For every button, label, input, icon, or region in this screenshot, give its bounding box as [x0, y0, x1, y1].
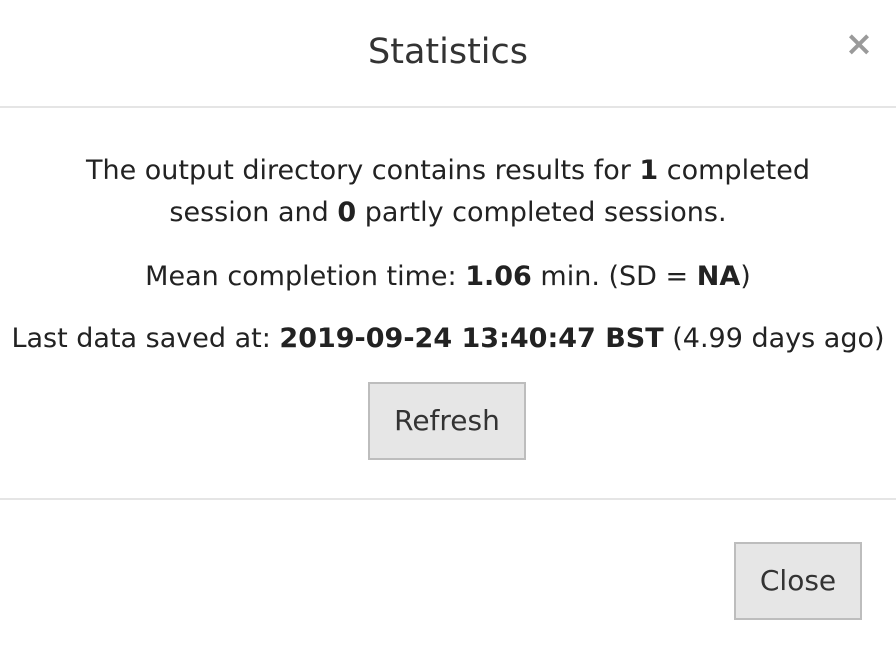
saved-text-suffix: (4.99 days ago)	[663, 323, 885, 354]
close-button[interactable]: Close	[734, 542, 862, 620]
mean-text-prefix: Mean completion time:	[145, 261, 466, 292]
refresh-button[interactable]: Refresh	[368, 382, 526, 460]
mean-text-mid: min. (SD =	[531, 261, 697, 292]
dialog-title: Statistics	[368, 32, 528, 72]
completed-count: 1	[639, 155, 659, 186]
sd-value: NA	[696, 261, 741, 292]
dialog-header: Statistics ×	[0, 0, 896, 108]
dialog-footer: Close	[0, 500, 896, 656]
mean-value: 1.06	[465, 261, 532, 292]
dialog-body: The output directory contains results fo…	[0, 108, 896, 500]
statistics-dialog: Statistics × The output directory contai…	[0, 0, 896, 656]
close-icon[interactable]: ×	[844, 26, 874, 62]
partly-completed-count: 0	[337, 197, 357, 228]
saved-text-prefix: Last data saved at:	[11, 323, 280, 354]
mean-text-suffix: )	[740, 261, 751, 292]
last-saved: Last data saved at: 2019-09-24 13:40:47 …	[0, 318, 896, 360]
sessions-text-suffix: partly completed sessions.	[356, 197, 727, 228]
sessions-summary: The output directory contains results fo…	[40, 150, 856, 234]
mean-completion-time: Mean completion time: 1.06 min. (SD = NA…	[0, 256, 896, 298]
saved-timestamp: 2019-09-24 13:40:47 BST	[279, 323, 664, 354]
sessions-text-prefix: The output directory contains results fo…	[85, 155, 640, 186]
